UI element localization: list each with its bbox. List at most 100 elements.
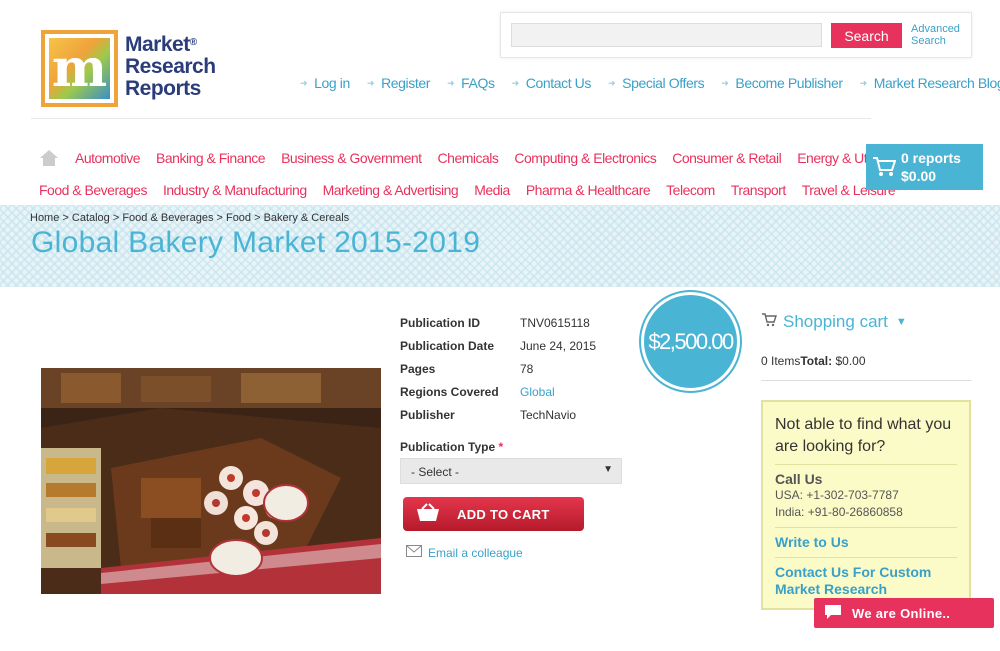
nav-label: Special Offers (622, 75, 705, 91)
advanced-line1: Advanced (911, 23, 960, 35)
email-colleague-label: Email a colleague (428, 545, 523, 560)
arrow-icon: ➜ (607, 77, 616, 88)
category-business-government[interactable]: Business & Government (281, 150, 422, 166)
publisher: TechNavio (520, 407, 577, 422)
detail-label: Publisher (400, 407, 455, 422)
detail-label: Publication Date (400, 338, 495, 353)
publication-type-text: Publication Type (400, 440, 496, 454)
category-computing-electronics[interactable]: Computing & Electronics (514, 150, 656, 166)
product-details: Publication ID TNV0615118 Publication Dat… (400, 311, 596, 426)
arrow-icon: ➜ (300, 77, 308, 88)
cart-total-value: $0.00 (835, 354, 866, 368)
help-heading: Not able to find what you are looking fo… (775, 416, 952, 455)
nav-label: Market Research Blog (873, 75, 1000, 91)
publication-type-select[interactable]: - Select - ▼ (400, 458, 622, 484)
detail-row: Publisher TechNavio (400, 403, 596, 426)
site-logo[interactable]: m Market® Research Reports (41, 30, 216, 110)
email-colleague-link[interactable]: Email a colleague (406, 545, 523, 560)
chevron-down-icon: ▼ (895, 316, 907, 328)
nav-become-publisher[interactable]: ➜ Become Publisher (721, 75, 843, 91)
nav-blog[interactable]: ➜ Market Research Blog (860, 75, 1000, 91)
help-separator (775, 527, 957, 528)
detail-label: Regions Covered (400, 384, 499, 399)
arrow-icon: ➜ (511, 77, 520, 88)
detail-row: Publication Date June 24, 2015 (400, 334, 596, 357)
basket-icon (415, 503, 441, 526)
publication-date: June 24, 2015 (520, 338, 597, 353)
logo-text: Market® Research Reports (125, 34, 216, 100)
search-input[interactable] (511, 23, 822, 47)
category-media[interactable]: Media (474, 182, 510, 198)
category-chemicals[interactable]: Chemicals (438, 150, 499, 166)
envelope-icon (406, 545, 422, 560)
chat-bubble-icon (824, 604, 842, 623)
category-transport[interactable]: Transport (731, 182, 786, 198)
header-cart-button[interactable]: 0 reports $0.00 (866, 144, 983, 190)
call-us-label: Call Us (775, 471, 823, 487)
category-food-beverages[interactable]: Food & Beverages (39, 182, 147, 198)
live-chat-label: We are Online.. (852, 605, 951, 621)
logo-registered: ® (189, 37, 197, 48)
cart-reports-count: 0 reports (901, 150, 961, 166)
nav-label: Log in (314, 75, 350, 91)
add-to-cart-button[interactable]: ADD TO CART (403, 497, 584, 531)
nav-login[interactable]: ➜ Log in (300, 75, 350, 91)
custom-research-link[interactable]: Contact Us For Custom Market Research (775, 564, 957, 598)
logo-mark: m (41, 30, 118, 107)
detail-row: Regions Covered Global (400, 380, 596, 403)
breadcrumb[interactable]: Home > Catalog > Food & Beverages > Food… (30, 212, 349, 224)
cart-icon (872, 156, 897, 181)
required-marker: * (498, 440, 504, 454)
cart-total: $0.00 (901, 168, 937, 184)
regions-link[interactable]: Global (520, 385, 555, 399)
select-value: - Select - (411, 465, 460, 479)
add-to-cart-label: ADD TO CART (457, 507, 550, 522)
phone-usa: USA: +1-302-703-7787 (775, 488, 899, 502)
shopping-cart-summary: 0 ItemsTotal: $0.00 (761, 354, 866, 368)
cart-icon (761, 312, 777, 332)
detail-label: Publication ID (400, 315, 481, 330)
search-button[interactable]: Search (831, 23, 902, 48)
help-separator (775, 464, 957, 465)
category-telecom[interactable]: Telecom (666, 182, 715, 198)
shopping-cart-header[interactable]: Shopping cart ▼ (761, 312, 907, 332)
nav-label: Become Publisher (735, 75, 843, 91)
publication-id: TNV0615118 (520, 315, 590, 330)
category-automotive[interactable]: Automotive (75, 150, 141, 166)
header-divider (31, 118, 871, 119)
arrow-icon: ➜ (721, 77, 729, 88)
dropdown-caret-icon: ▼ (603, 464, 613, 475)
category-pharma-healthcare[interactable]: Pharma & Healthcare (526, 182, 651, 198)
top-nav: ➜ Log in ➜ Register ➜ FAQs ➜ Contact Us ➜ Spe… (300, 75, 1000, 91)
advanced-line2: Search (911, 35, 946, 47)
home-icon[interactable] (39, 149, 59, 167)
advanced-search-link[interactable]: Advanced Search (911, 23, 960, 47)
nav-faqs[interactable]: ➜ FAQs (447, 75, 495, 91)
category-industry-manufacturing[interactable]: Industry & Manufacturing (163, 182, 307, 198)
category-marketing-advertising[interactable]: Marketing & Advertising (323, 182, 459, 198)
write-to-us-link[interactable]: Write to Us (775, 534, 957, 551)
logo-line2: Research (125, 55, 216, 78)
nav-label: FAQs (461, 75, 495, 91)
help-separator (775, 557, 957, 558)
nav-register[interactable]: ➜ Register (367, 75, 430, 91)
live-chat-button[interactable]: We are Online.. (814, 598, 994, 628)
arrow-icon: ➜ (447, 77, 455, 88)
category-banking-finance[interactable]: Banking & Finance (156, 150, 266, 166)
nav-contact[interactable]: ➜ Contact Us (511, 75, 592, 91)
price-badge: $2,500.00 (641, 292, 740, 391)
detail-row: Pages 78 (400, 357, 596, 380)
pages-count: 78 (520, 361, 534, 376)
category-nav: Automotive Banking & Finance Business & … (39, 142, 896, 206)
nav-special-offers[interactable]: ➜ Special Offers (607, 75, 705, 91)
logo-line3: Reports (125, 77, 201, 100)
cart-total-label: Total: (800, 354, 833, 368)
sidebar-divider (761, 380, 971, 381)
product-image (41, 368, 381, 594)
arrow-icon: ➜ (859, 77, 868, 88)
category-consumer-retail[interactable]: Consumer & Retail (672, 150, 782, 166)
page-title: Global Bakery Market 2015-2019 (31, 226, 481, 259)
cart-item-count: 0 Items (761, 354, 801, 368)
help-box: Not able to find what you are looking fo… (761, 400, 971, 610)
logo-letter: m (51, 37, 108, 99)
